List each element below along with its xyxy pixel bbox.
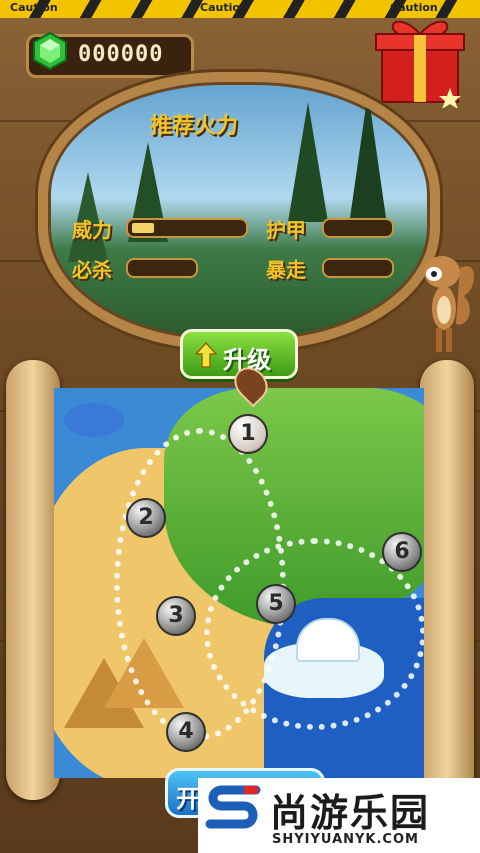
- stat-bar-critical: [126, 258, 198, 278]
- level-node-3[interactable]: 3: [156, 596, 196, 636]
- whale-icon: [64, 403, 124, 437]
- stat-label-critical: 必杀: [72, 258, 112, 282]
- up-arrow-icon: [195, 342, 217, 368]
- watermark-en-text: SHYIYUANYK.COM: [272, 832, 419, 847]
- stat-bar-rampage: [322, 258, 394, 278]
- recommended-firepower-title: 推荐火力: [150, 114, 239, 139]
- level-node-4[interactable]: 4: [166, 712, 206, 752]
- tape-text: Caution: [200, 1, 248, 14]
- pine-tree: [348, 92, 388, 232]
- stat-fill-power: [132, 223, 154, 233]
- level-node-5[interactable]: 5: [256, 584, 296, 624]
- site-logo-icon: [205, 785, 261, 829]
- tape-text: Caution: [10, 1, 58, 14]
- forest-frame: [38, 72, 440, 350]
- level-node-2[interactable]: 2: [126, 498, 166, 538]
- stat-label-power: 威力: [72, 218, 112, 242]
- squirrel-character-icon: [424, 256, 475, 352]
- stat-bar-power: [126, 218, 248, 238]
- watermark-cn-text: 尚游乐园: [270, 791, 431, 835]
- level-node-1[interactable]: 1: [228, 414, 268, 454]
- stat-bar-armor: [322, 218, 394, 238]
- pine-tree: [288, 102, 328, 222]
- level-node-6[interactable]: 6: [382, 532, 422, 572]
- gem-count: 000000: [78, 42, 164, 67]
- green-gem-icon: [33, 31, 67, 71]
- scroll-roll-left: [6, 360, 60, 800]
- stat-label-armor: 护甲: [266, 218, 306, 242]
- site-watermark: 尚游乐园 SHYIYUANYK.COM: [198, 778, 480, 853]
- stat-label-rampage: 暴走: [266, 258, 306, 282]
- scroll-roll-right: [420, 360, 474, 800]
